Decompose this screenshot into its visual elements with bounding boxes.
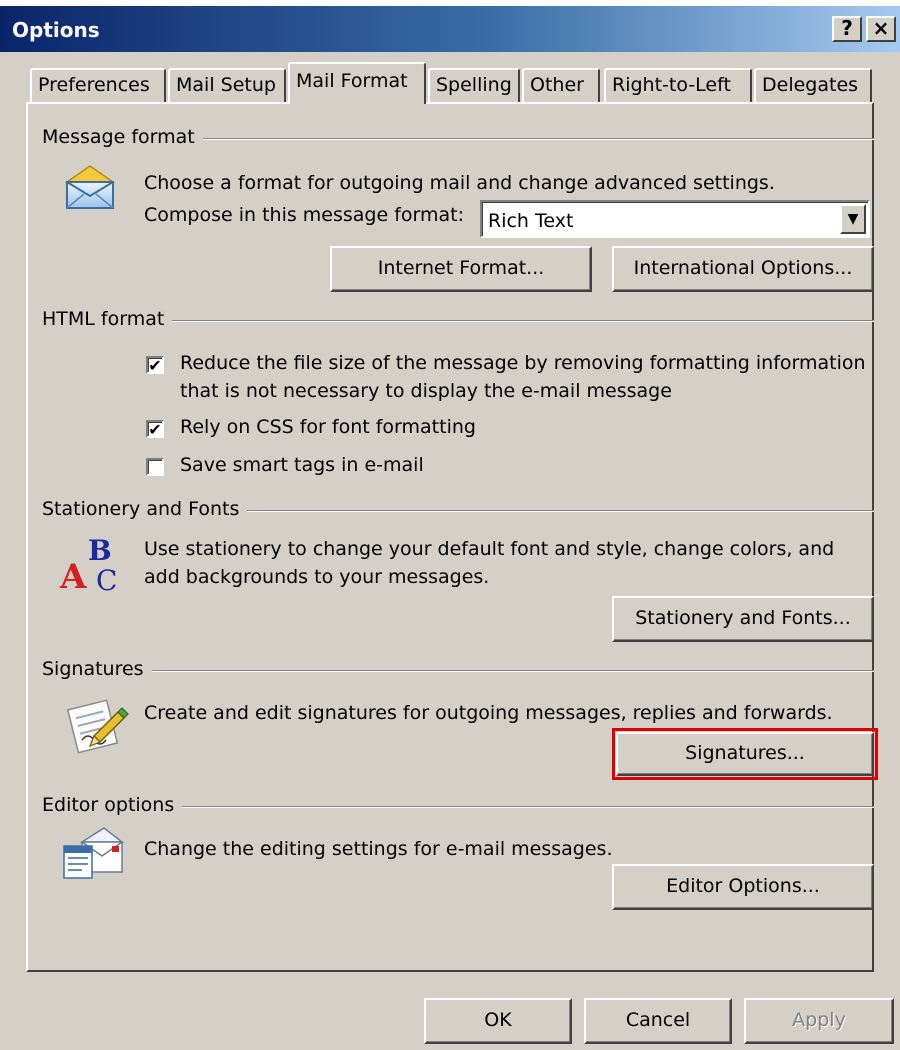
tab-spelling[interactable]: Spelling (428, 68, 520, 102)
compose-format-select[interactable]: Rich Text ▼ (480, 200, 870, 238)
stationery-heading: Stationery and Fonts (42, 498, 248, 520)
css-formatting-checkbox[interactable]: ✔ (146, 420, 164, 438)
reduce-size-checkbox[interactable]: ✔ (146, 356, 164, 374)
message-format-heading: Message format (42, 126, 203, 148)
signatures-button-highlight (612, 728, 878, 780)
reduce-size-label-line1: Reduce the file size of the message by r… (180, 352, 866, 374)
help-button[interactable]: ? (832, 16, 862, 42)
html-format-heading: HTML format (42, 308, 173, 330)
editor-options-description: Change the editing settings for e-mail m… (144, 838, 613, 860)
envelope-icon (64, 165, 116, 209)
css-formatting-label: Rely on CSS for font formatting (180, 416, 476, 438)
reduce-size-label-line2: that is not necessary to display the e-m… (180, 380, 672, 402)
smart-tags-checkbox[interactable] (146, 458, 164, 476)
title-bar[interactable]: Options ? × (0, 6, 900, 52)
cancel-button[interactable]: Cancel (584, 998, 732, 1044)
signature-pen-icon (66, 699, 129, 754)
compose-format-label: Compose in this message format: (144, 204, 465, 226)
stationery-description-line2: add backgrounds to your messages. (144, 566, 490, 588)
dropdown-arrow-icon[interactable]: ▼ (840, 204, 866, 234)
compose-format-value: Rich Text (488, 210, 574, 232)
icon-letter-b: B (88, 534, 112, 567)
close-button[interactable]: × (866, 16, 896, 42)
options-dialog: Options ? × Preferences Mail Setup Mail … (0, 6, 900, 1050)
internet-format-button[interactable]: Internet Format... (330, 246, 592, 292)
ok-button[interactable]: OK (424, 998, 572, 1044)
editor-options-button[interactable]: Editor Options... (612, 864, 874, 910)
editor-options-heading: Editor options (42, 794, 183, 816)
window-title: Options (12, 18, 100, 42)
signatures-heading: Signatures (42, 658, 152, 680)
editor-document-icon (63, 827, 124, 879)
tab-mail-setup[interactable]: Mail Setup (168, 68, 286, 102)
tab-mail-format[interactable]: Mail Format (288, 62, 426, 104)
signatures-description: Create and edit signatures for outgoing … (144, 702, 833, 724)
tab-preferences[interactable]: Preferences (30, 68, 166, 102)
smart-tags-label: Save smart tags in e-mail (180, 454, 424, 476)
apply-button[interactable]: Apply (744, 998, 894, 1044)
signatures-divider (42, 670, 874, 672)
icon-letter-a: A (59, 557, 87, 594)
tab-other[interactable]: Other (522, 68, 600, 102)
message-format-description: Choose a format for outgoing mail and ch… (144, 172, 775, 194)
international-options-button[interactable]: International Options... (612, 246, 874, 292)
stationery-description-line1: Use stationery to change your default fo… (144, 538, 835, 560)
tab-right-to-left[interactable]: Right-to-Left (604, 68, 752, 102)
icon-letter-c: C (96, 564, 117, 594)
tab-delegates[interactable]: Delegates (754, 68, 872, 102)
stationery-fonts-button[interactable]: Stationery and Fonts... (612, 596, 874, 642)
abc-letters-icon: B A C (59, 534, 117, 594)
